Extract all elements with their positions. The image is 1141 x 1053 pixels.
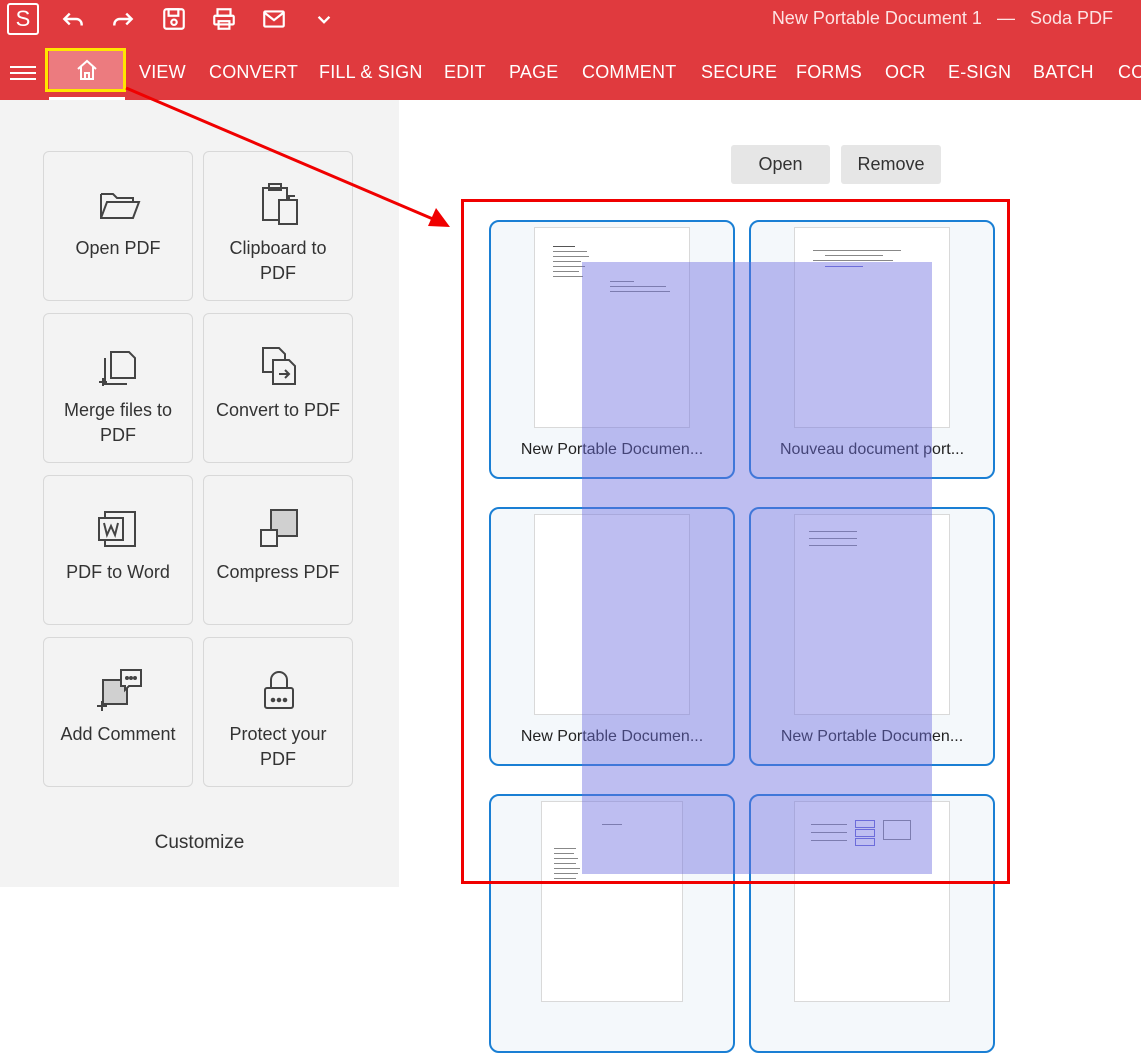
card-label: Clipboard to PDF (229, 238, 327, 283)
card-label: Compress PDF (216, 562, 340, 582)
card-label: PDF to Word (66, 562, 170, 582)
tab-batch[interactable]: BATCH (1033, 62, 1094, 83)
app-name: Soda PDF (1029, 8, 1113, 28)
card-label: Merge files to PDF (63, 400, 173, 445)
customize-link[interactable]: Customize (0, 832, 399, 854)
title-separator: — (996, 8, 1015, 28)
print-icon[interactable] (209, 6, 239, 32)
tab-ocr[interactable]: OCR (885, 62, 926, 83)
clipboard-to-pdf-card[interactable]: Clipboard to PDF (203, 151, 353, 301)
undo-icon[interactable] (58, 6, 88, 32)
open-button[interactable]: Open (731, 145, 830, 184)
tab-forms[interactable]: FORMS (796, 62, 862, 83)
document-title: New Portable Document 1 (771, 8, 982, 28)
tab-secure[interactable]: SECURE (701, 62, 777, 83)
hamburger-menu-icon[interactable] (10, 62, 36, 84)
tab-comment[interactable]: COMMENT (582, 62, 676, 83)
tab-e-sign[interactable]: E-SIGN (948, 62, 1011, 83)
chevron-down-icon[interactable] (309, 6, 339, 32)
window-title: New Portable Document 1 — Soda PDF (762, 8, 1113, 29)
soda-logo[interactable]: S (7, 3, 39, 35)
tab-edit[interactable]: EDIT (444, 62, 486, 83)
tab-co-truncated[interactable]: CO (1118, 62, 1141, 83)
redo-icon[interactable] (108, 6, 138, 32)
tab-fill-sign[interactable]: FILL & SIGN (319, 62, 423, 83)
merge-files-card[interactable]: Merge files to PDF (43, 313, 193, 463)
open-pdf-card[interactable]: Open PDF (43, 151, 193, 301)
clipboard-icon (262, 183, 298, 225)
tab-page[interactable]: PAGE (509, 62, 558, 83)
tab-view[interactable]: VIEW (139, 62, 186, 83)
merge-files-icon (99, 351, 136, 386)
ribbon-bar: S New Portable Document 1 — Soda PDF VIE… (0, 0, 1141, 100)
tab-convert[interactable]: CONVERT (209, 62, 298, 83)
remove-button[interactable]: Remove (841, 145, 941, 184)
card-label: Add Comment (60, 724, 176, 744)
protect-pdf-card[interactable]: Protect your PDF (203, 637, 353, 787)
convert-to-pdf-card[interactable]: Convert to PDF (203, 313, 353, 463)
card-label: Convert to PDF (215, 400, 341, 420)
home-tab-highlight (45, 48, 126, 92)
save-icon[interactable] (159, 6, 189, 32)
card-label: Open PDF (75, 238, 161, 258)
card-label: Protect your PDF (229, 724, 327, 769)
word-icon (98, 511, 136, 547)
folder-open-icon (100, 193, 141, 219)
recent-files-highlight (461, 199, 1010, 884)
pdf-to-word-card[interactable]: PDF to Word (43, 475, 193, 625)
convert-icon (262, 347, 296, 385)
add-comment-card[interactable]: Add Comment (43, 637, 193, 787)
email-icon[interactable] (259, 6, 289, 32)
compress-pdf-card[interactable]: Compress PDF (203, 475, 353, 625)
comment-icon (97, 669, 142, 711)
compress-icon (260, 509, 298, 547)
lock-icon (264, 671, 294, 709)
